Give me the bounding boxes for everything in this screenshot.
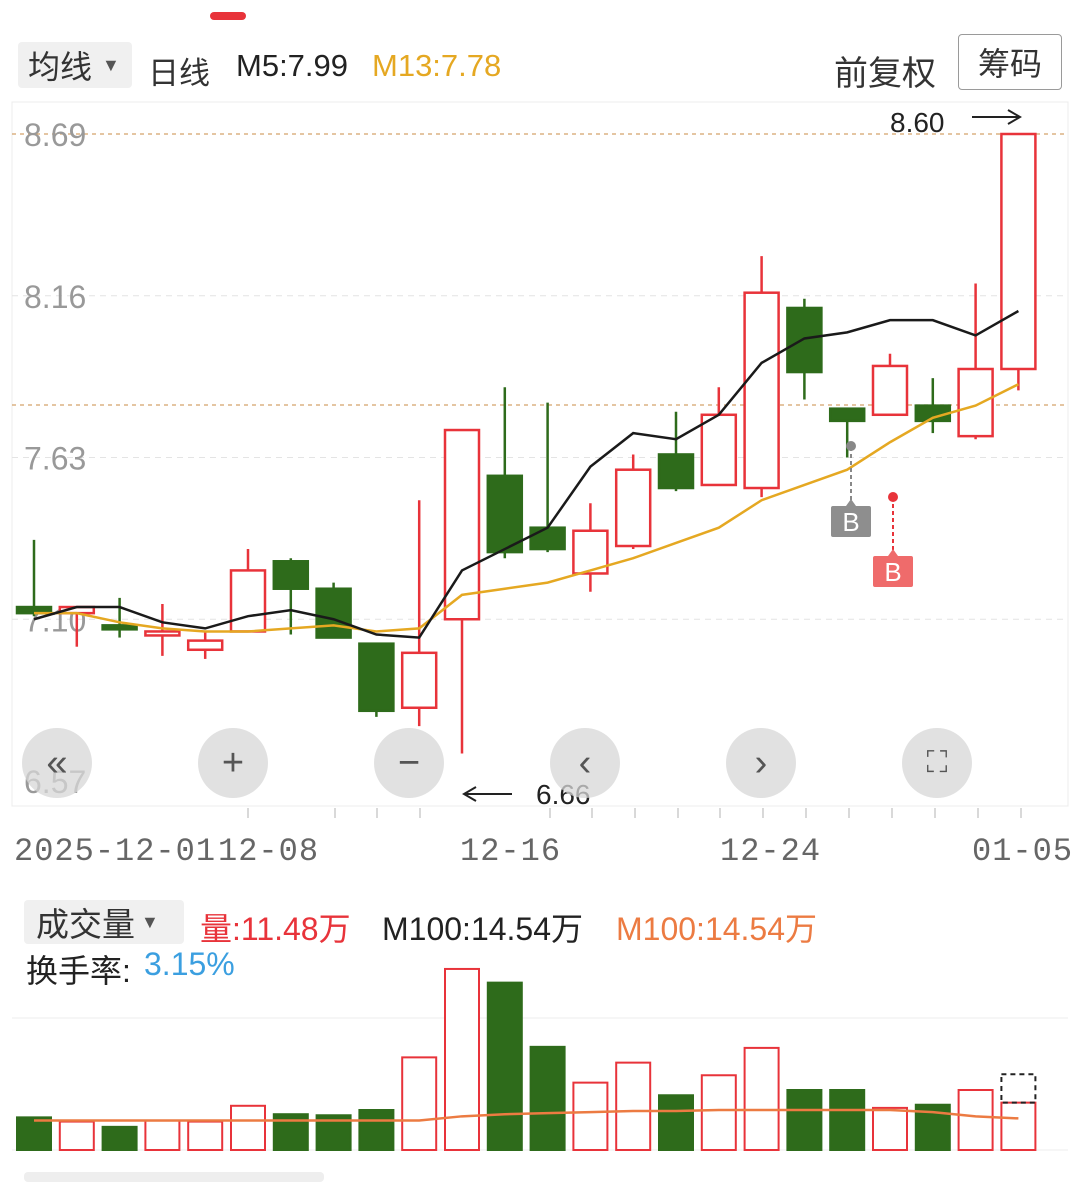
next-button[interactable]: › [726, 728, 796, 798]
volume-bar [486, 981, 523, 1152]
candle-body [614, 468, 652, 548]
volume-bar [529, 1045, 566, 1151]
signal-dot [846, 441, 856, 451]
double-chevron-left-icon: « [46, 741, 68, 784]
volume-bar [700, 1074, 737, 1151]
candle-body [272, 560, 310, 590]
candle-body [1000, 132, 1037, 371]
candle-body [486, 474, 524, 554]
volume-bar [872, 1106, 908, 1151]
volume-bar [786, 1089, 823, 1151]
date-tick-label: 2025-12-01 [14, 833, 216, 870]
date-tick-label: 12-08 [218, 833, 319, 870]
buy-signal-label: B [884, 557, 901, 587]
date-tick-label: 12-16 [460, 833, 561, 870]
volume-bar [444, 967, 480, 1151]
volume-bar [144, 1119, 181, 1152]
volume-bar [743, 1046, 780, 1151]
volume-bar [1000, 1101, 1037, 1151]
signal-dot [888, 492, 898, 502]
volume-bar [572, 1081, 609, 1151]
candle-body [529, 526, 566, 551]
ma5-line [33, 309, 1020, 639]
volume-bar [101, 1125, 138, 1151]
candle-body [957, 367, 994, 438]
candle-body [358, 642, 395, 713]
volume-bar [58, 1120, 95, 1152]
chevron-left-icon: ‹ [578, 741, 592, 784]
volume-forecast-box [1000, 1073, 1037, 1104]
volume-chart [12, 967, 1068, 1152]
candle-body [743, 291, 780, 490]
minus-icon: − [397, 741, 421, 784]
date-tick-label: 12-24 [720, 833, 821, 870]
candle-body [657, 453, 695, 490]
volume-indicator-label: 成交量 [36, 906, 135, 943]
volume-bar [829, 1089, 866, 1151]
fullscreen-button[interactable]: ⛶ [902, 728, 972, 798]
volume-bar [358, 1109, 395, 1151]
chevron-right-icon: › [754, 741, 768, 784]
price-tick-label: 8.16 [24, 279, 86, 315]
zoom-out-button[interactable]: − [374, 728, 444, 798]
volume-bar [16, 1116, 52, 1152]
candle-body [144, 630, 181, 637]
zoom-in-button[interactable]: + [198, 728, 268, 798]
date-tick-label: 01-05 [972, 833, 1073, 870]
candle-body [229, 569, 267, 633]
volume-bar [230, 1104, 266, 1151]
high-marker-label: 8.60 [890, 107, 945, 138]
candle-body [700, 413, 738, 487]
bottom-tab-bar [24, 1172, 324, 1182]
buy-signal-label: B [842, 507, 859, 537]
volume-ma-line [34, 1108, 1019, 1122]
fullscreen-icon: ⛶ [926, 746, 948, 779]
rewind-button[interactable]: « [22, 728, 92, 798]
volume-bar [187, 1120, 224, 1152]
prev-button[interactable]: ‹ [550, 728, 620, 798]
caret-down-icon: ▼ [141, 911, 159, 932]
candle-body [400, 651, 438, 710]
price-tick-label: 8.69 [24, 117, 86, 153]
arrow-left-icon [462, 786, 512, 802]
plus-icon: + [221, 741, 245, 784]
volume-indicator-selector[interactable]: 成交量 ▼ [24, 900, 184, 944]
volume-bar [658, 1094, 694, 1151]
arrow-right-icon [972, 109, 1022, 125]
price-tick-label: 7.63 [24, 441, 86, 477]
volume-bar [615, 1061, 652, 1151]
candle-body [101, 624, 138, 631]
candle-body [786, 306, 823, 374]
plot-frame [11, 101, 1069, 807]
candle-body [186, 639, 224, 652]
candle-body [871, 364, 909, 417]
candle-body [315, 587, 352, 639]
volume-bar [957, 1089, 994, 1151]
candle-body [828, 407, 866, 423]
volume-bar [401, 1056, 438, 1151]
